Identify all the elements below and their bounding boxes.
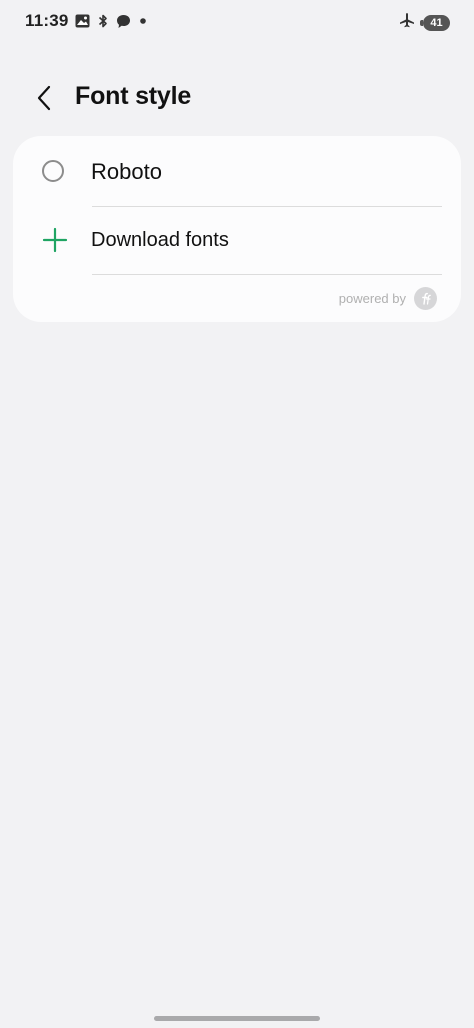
battery-nub: [420, 19, 423, 26]
plus-icon: [42, 227, 68, 253]
download-fonts-button[interactable]: Download fonts: [13, 206, 461, 274]
radio-icon[interactable]: [42, 160, 64, 182]
ff-logo-icon: [414, 287, 437, 310]
header: Font style: [0, 70, 474, 126]
back-button[interactable]: [26, 80, 62, 116]
status-icons-left: [75, 12, 147, 30]
page-title: Font style: [75, 82, 192, 110]
battery-icon: 41: [420, 14, 450, 31]
bluetooth-icon: [98, 13, 108, 29]
font-option-label: Roboto: [91, 159, 162, 184]
divider: [92, 274, 442, 275]
home-indicator[interactable]: [154, 1016, 320, 1021]
powered-by-text: powered by: [338, 291, 406, 306]
font-option-roboto[interactable]: Roboto: [13, 138, 461, 206]
powered-by: powered by: [339, 287, 437, 310]
chevron-left-icon: [37, 85, 51, 111]
gallery-icon: [75, 14, 90, 28]
dot-icon: [139, 17, 147, 25]
font-list-card: Roboto Download fonts powered by: [13, 136, 461, 322]
status-bar: 11:39 41: [0, 0, 474, 44]
status-time: 11:39: [25, 11, 69, 30]
status-icons-right: 41: [399, 12, 450, 33]
chat-bubble-icon: [116, 14, 131, 29]
download-fonts-label: Download fonts: [91, 229, 229, 251]
battery-level: 41: [430, 16, 443, 29]
airplane-icon: [399, 12, 415, 33]
